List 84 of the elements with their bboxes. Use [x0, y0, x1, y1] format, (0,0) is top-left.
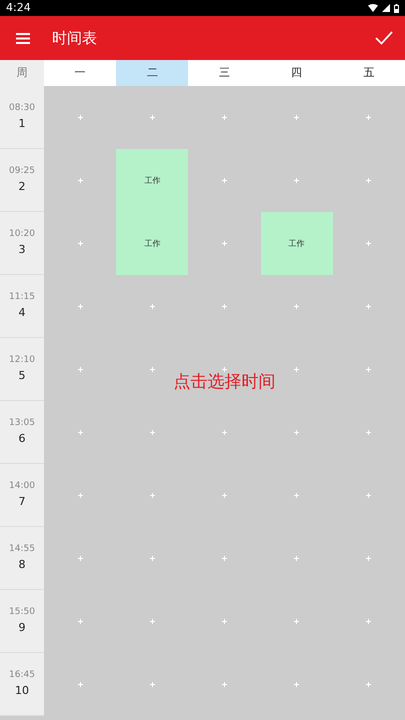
period-time: 14:55: [9, 543, 35, 556]
plus-icon[interactable]: [366, 493, 372, 498]
period-number: 3: [18, 242, 26, 258]
period-number: 1: [18, 116, 26, 132]
plus-icon[interactable]: [150, 619, 155, 624]
plus-icon[interactable]: [366, 619, 372, 624]
plus-icon[interactable]: [294, 178, 300, 183]
app-title: 时间表: [52, 28, 97, 49]
period-time: 16:45: [9, 669, 35, 682]
plus-icon[interactable]: [222, 493, 227, 498]
plus-icon[interactable]: [78, 556, 83, 561]
plus-icon[interactable]: [294, 367, 300, 372]
hint-text: 点击选择时间: [172, 371, 276, 394]
period-number: 6: [18, 430, 26, 446]
period-number: 8: [18, 556, 26, 572]
day-tab[interactable]: 四: [260, 60, 333, 86]
day-tab[interactable]: 一: [44, 60, 116, 86]
plus-icon[interactable]: [366, 430, 372, 435]
check-icon[interactable]: [375, 31, 393, 45]
plus-icon[interactable]: [366, 367, 372, 372]
plus-icon[interactable]: [150, 556, 155, 561]
plus-icon[interactable]: [78, 619, 83, 624]
event-block[interactable]: 工作: [260, 212, 333, 275]
event-block[interactable]: 工作: [116, 212, 188, 275]
period-time: 10:20: [9, 228, 35, 241]
plus-icon[interactable]: [222, 241, 227, 246]
plus-icon[interactable]: [150, 430, 155, 435]
plus-icon[interactable]: [222, 619, 227, 624]
plus-icon[interactable]: [294, 682, 300, 687]
plus-icon[interactable]: [78, 304, 83, 309]
plus-icon[interactable]: [366, 682, 372, 687]
period-time: 08:30: [9, 102, 35, 115]
period-number: 2: [18, 178, 26, 194]
plus-icon[interactable]: [294, 115, 300, 120]
plus-icon[interactable]: [222, 556, 227, 561]
plus-icon[interactable]: [366, 304, 372, 309]
plus-icon[interactable]: [150, 682, 155, 687]
period-time: 15:50: [9, 606, 35, 619]
plus-icon[interactable]: [294, 493, 300, 498]
period-number: 5: [18, 368, 26, 384]
plus-icon[interactable]: [222, 115, 227, 120]
day-tab[interactable]: 三: [188, 60, 261, 86]
plus-icon[interactable]: [150, 304, 155, 309]
plus-icon[interactable]: [366, 241, 372, 246]
plus-icon[interactable]: [294, 556, 300, 561]
battery-icon: [394, 4, 399, 12]
period-number: 10: [15, 682, 29, 698]
wifi-icon: [368, 4, 378, 12]
plus-icon[interactable]: [150, 367, 155, 372]
plus-icon[interactable]: [222, 178, 227, 183]
week-label: 周: [0, 60, 44, 86]
period-time: 11:15: [9, 291, 35, 304]
plus-icon[interactable]: [294, 619, 300, 624]
period-time: 09:25: [9, 165, 35, 178]
plus-icon[interactable]: [78, 493, 83, 498]
plus-icon[interactable]: [222, 367, 227, 372]
plus-icon[interactable]: [150, 493, 155, 498]
plus-icon[interactable]: [222, 682, 227, 687]
signal-icon: [382, 4, 390, 12]
period-number: 7: [18, 494, 26, 510]
plus-icon[interactable]: [78, 367, 83, 372]
plus-icon[interactable]: [366, 556, 372, 561]
period-number: 9: [18, 620, 26, 636]
plus-icon[interactable]: [78, 178, 83, 183]
day-tab[interactable]: 二: [116, 60, 188, 86]
plus-icon[interactable]: [366, 115, 372, 120]
event-block[interactable]: 工作: [116, 149, 188, 212]
status-time: 4:24: [6, 0, 31, 16]
plus-icon[interactable]: [222, 430, 227, 435]
plus-icon[interactable]: [78, 430, 83, 435]
plus-icon[interactable]: [294, 304, 300, 309]
plus-icon[interactable]: [150, 115, 155, 120]
period-number: 4: [18, 304, 26, 320]
day-tab[interactable]: 五: [332, 60, 405, 86]
period-time: 13:05: [9, 417, 35, 430]
plus-icon[interactable]: [78, 682, 83, 687]
plus-icon[interactable]: [294, 430, 300, 435]
plus-icon[interactable]: [366, 178, 372, 183]
menu-icon[interactable]: [16, 32, 30, 44]
period-time: 14:00: [9, 480, 35, 493]
period-time: 12:10: [9, 354, 35, 367]
plus-icon[interactable]: [222, 304, 227, 309]
plus-icon[interactable]: [78, 115, 83, 120]
plus-icon[interactable]: [78, 241, 83, 246]
